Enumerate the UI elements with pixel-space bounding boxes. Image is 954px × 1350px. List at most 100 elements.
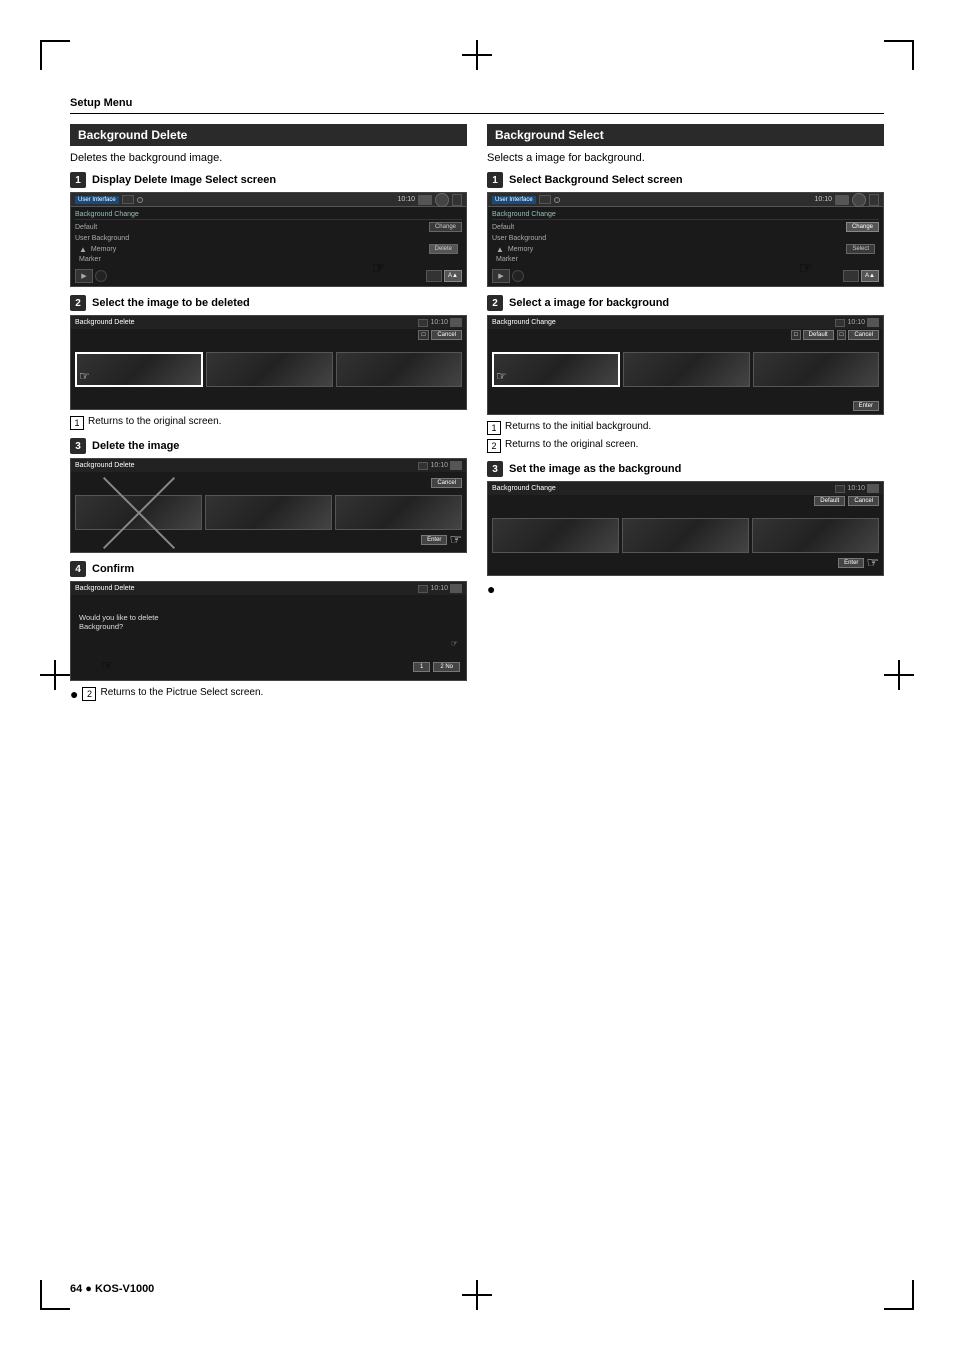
bullet-note-right: ● [487,582,884,596]
r-small-icon-3a [835,485,845,493]
hand-thumb-2: ☞ [79,369,90,383]
r-thumb-2a: ☞ [492,352,620,387]
x-mark-3 [76,496,201,529]
r-default-container-2: □ Default [791,330,834,340]
r-enter-btn-2: Enter [853,401,879,411]
yes-indicator-4: 1 [413,662,430,672]
enter-row-3: Enter ☞ [421,531,462,548]
step2-text: Select the image to be deleted [92,297,250,309]
marker-label-1: Marker [75,255,462,264]
screen-title-ui: User Interface [75,196,119,204]
r-screen-bg-change-label: Background Change [492,210,879,220]
cancel-text-2: Cancel [431,330,462,340]
bg-delete-desc: Deletes the background image. [70,152,467,164]
thumb-selected-2: ☞ [75,352,203,387]
screen-step3: Background Delete 10:10 Cancel [70,458,467,553]
r-screen-bottom-1: ▶ A▲ [492,269,879,283]
corner-mark-br [884,1280,914,1310]
step4-num: 4 [70,561,86,577]
r-arrows-icon-1 [843,270,859,282]
step2-label: 2 Select the image to be deleted [70,295,467,311]
screen-face-1 [435,193,449,207]
step1-num: 1 [70,172,86,188]
r-screen-card-1 [869,194,879,206]
r-screen-step1: User Interface 10:10 Background Change [487,192,884,287]
r-small-icon-2a [835,319,845,327]
r-thumb-3c [752,518,879,553]
r-step3-num: 3 [487,461,503,477]
yes-text-4: 1 [420,664,423,670]
bg-delete-title-4: Background Delete 10:10 [71,582,466,595]
confirm-line1: Would you like to delete [79,613,458,622]
screen-bg-change-label: Background Change [75,210,462,220]
play-icon-1: ▶ [75,269,93,283]
no-text-4: 2 No [440,664,453,670]
bullet-dot-left: ● [70,687,78,701]
r-play-icon-1: ▶ [492,269,510,283]
thumb-2b [206,352,332,387]
r-enter-2: Enter [853,396,879,410]
step3-text: Delete the image [92,440,179,452]
r-enter-btn-3: Enter [838,558,864,568]
bg-delete-title-2: Background Delete 10:10 [71,316,466,329]
r-cancel-num-2: □ [837,330,847,340]
r-default-btn-2: Default [803,330,834,340]
r-screen-face-1 [852,193,866,207]
step3-num: 3 [70,438,86,454]
cam-icon-2 [450,318,462,327]
two-column-layout: Background Delete Deletes the background… [70,124,884,705]
r-screen-icon-1 [539,195,551,204]
small-icon-3a [418,462,428,470]
screen-dot-1 [137,197,143,203]
r-screen-time-1: 10:10 [814,196,832,203]
screen-menu-row-1: Default Change [75,220,462,234]
step4-label: 4 Confirm [70,561,467,577]
step4-text: Confirm [92,563,134,575]
r-marker-label-1: Marker [492,255,879,264]
r-bg-change-title-3: Background Change 10:10 [488,482,883,495]
r-note-num-2b: 2 [487,439,501,453]
note-num-1: 1 [70,416,84,430]
r-select-btn: Select [846,244,875,254]
main-content: Setup Menu Background Delete Deletes the… [70,95,884,1280]
r-step2-num: 2 [487,295,503,311]
crosshair-top [462,40,492,70]
r-default-btn-3: Default [814,496,845,506]
r-screen-content-1: Background Change Default Change User Ba… [488,207,883,267]
r-bg-change-text-3: Background Change [492,485,556,492]
user-bg-row-1: ▲ Memory Delete [75,243,462,255]
thumb-area-3 [71,492,466,533]
hand-confirm-4: ☞ [101,657,114,674]
step3-label: 3 Delete the image [70,438,467,454]
r-step3-label: 3 Set the image as the background [487,461,884,477]
step1-text: Display Delete Image Select screen [92,174,276,186]
cancel-btn-3: Cancel [431,473,462,487]
r-ok-btn-1: A▲ [861,270,879,282]
step2-num: 2 [70,295,86,311]
no-btn-4: 2 No [433,662,460,672]
r-step2-label: 2 Select a image for background [487,295,884,311]
hand-pointer-1: ☞ [372,258,386,278]
small-icon-2a [418,319,428,327]
r-hand-pointer-1: ☞ [799,258,813,278]
crosshair-left [40,660,70,690]
screen-content-1: Background Change Default Change User Ba… [71,207,466,267]
confirm-line2: Background? [79,622,458,631]
setup-menu-label: Setup Menu [70,97,132,109]
r-screen-step3: Background Change 10:10 Default Cancel [487,481,884,576]
time-2: 10:10 [430,319,448,326]
r-default-num-2: □ [791,330,801,340]
circle-icon-1 [95,270,107,282]
r-cancel-btn-3: Cancel [848,496,879,506]
r-bg-change-title-2: Background Change 10:10 [488,316,883,329]
r-cam-icon-3 [867,484,879,493]
r-thumb-2b [623,352,749,387]
hand-4: ☞ [451,639,458,648]
confirm-question-4: Would you like to delete Background? [79,613,458,631]
page-header: Setup Menu [70,95,884,114]
r-note-2a: 1 Returns to the initial background. [487,421,884,435]
bg-select-header: Background Select [487,124,884,146]
r-screen-dot-1 [554,197,560,203]
corner-mark-tr [884,40,914,70]
step1-label: 1 Display Delete Image Select screen [70,172,467,188]
